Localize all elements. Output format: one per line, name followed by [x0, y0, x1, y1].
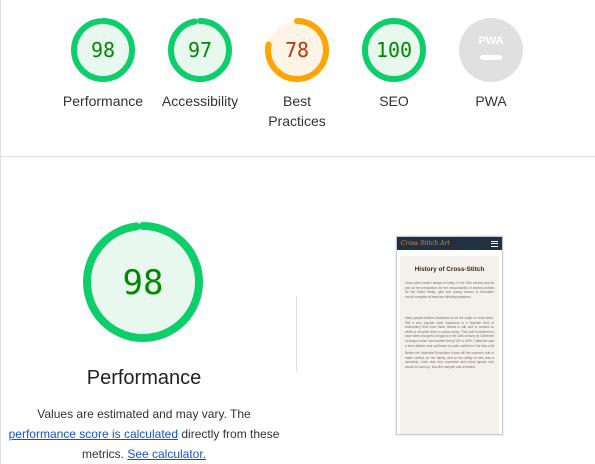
gauge-seo[interactable]: 100 SEO: [344, 18, 444, 111]
pwa-badge-icon: PWA: [459, 18, 523, 82]
see-calculator-link[interactable]: See calculator.: [127, 447, 206, 461]
thumbnail-paragraph: Cross stitch wasn't always a hobby. In t…: [405, 281, 494, 299]
category-gauges: 98 Performance 97 Accessibility 78 Best …: [0, 0, 595, 157]
gauge-seo-score: 100: [376, 38, 412, 62]
gauge-best-practices-ring: 78: [265, 18, 329, 82]
gauge-accessibility-ring: 97: [168, 18, 232, 82]
section-divider: [0, 156, 595, 157]
thumbnail-site-header: Cross Stitch Art: [397, 237, 502, 250]
performance-big-gauge: 98: [83, 222, 203, 342]
thumbnail-paragraph: Before the Industrial Revolution it was …: [405, 351, 494, 369]
final-screenshot-thumbnail[interactable]: Cross Stitch Art History of Cross-Stitch…: [396, 236, 503, 435]
gauge-accessibility[interactable]: 97 Accessibility: [150, 18, 250, 111]
desc-mid: directly from these: [181, 427, 280, 441]
thumbnail-site-brand: Cross Stitch Art: [401, 240, 450, 247]
gauge-pwa[interactable]: PWA PWA: [441, 18, 541, 111]
gauge-accessibility-score: 97: [188, 38, 212, 62]
performance-description: Values are estimated and may vary. The p…: [0, 404, 288, 464]
gauge-accessibility-label: Accessibility: [161, 93, 239, 109]
gauge-pwa-label: PWA: [475, 93, 507, 109]
desc-prefix: Values are estimated and may vary. The: [37, 407, 251, 421]
hamburger-menu-icon: [491, 240, 498, 247]
gauge-performance[interactable]: 98 Performance: [53, 18, 153, 111]
vertical-divider: [296, 296, 297, 372]
thumbnail-heading: History of Cross-Stitch: [414, 266, 485, 273]
gauge-seo-ring: 100: [362, 18, 426, 82]
gauge-best-practices-label-line1: Best: [282, 93, 311, 109]
thumbnail-site-content: History of Cross-Stitch Cross stitch was…: [400, 256, 499, 434]
gauge-best-practices-label-line2: Practices: [268, 113, 326, 129]
gauge-performance-score: 98: [91, 38, 115, 62]
gauge-performance-label: Performance: [62, 93, 144, 109]
gauge-best-practices-score: 78: [285, 38, 309, 62]
gauge-best-practices[interactable]: 78 Best Practices: [247, 18, 347, 131]
gauge-best-practices-label: Best Practices: [247, 91, 347, 131]
desc-metrics: metrics.: [81, 447, 124, 461]
performance-title: Performance: [86, 367, 202, 389]
performance-big-score: 98: [123, 263, 164, 303]
pwa-badge-text: PWA: [478, 35, 503, 47]
gauge-performance-ring: 98: [71, 18, 135, 82]
gauge-seo-label: SEO: [379, 93, 409, 109]
performance-score-link[interactable]: performance score is calculated: [9, 427, 178, 441]
thumbnail-paragraph: Many people believe blackwork to be the …: [405, 316, 494, 347]
